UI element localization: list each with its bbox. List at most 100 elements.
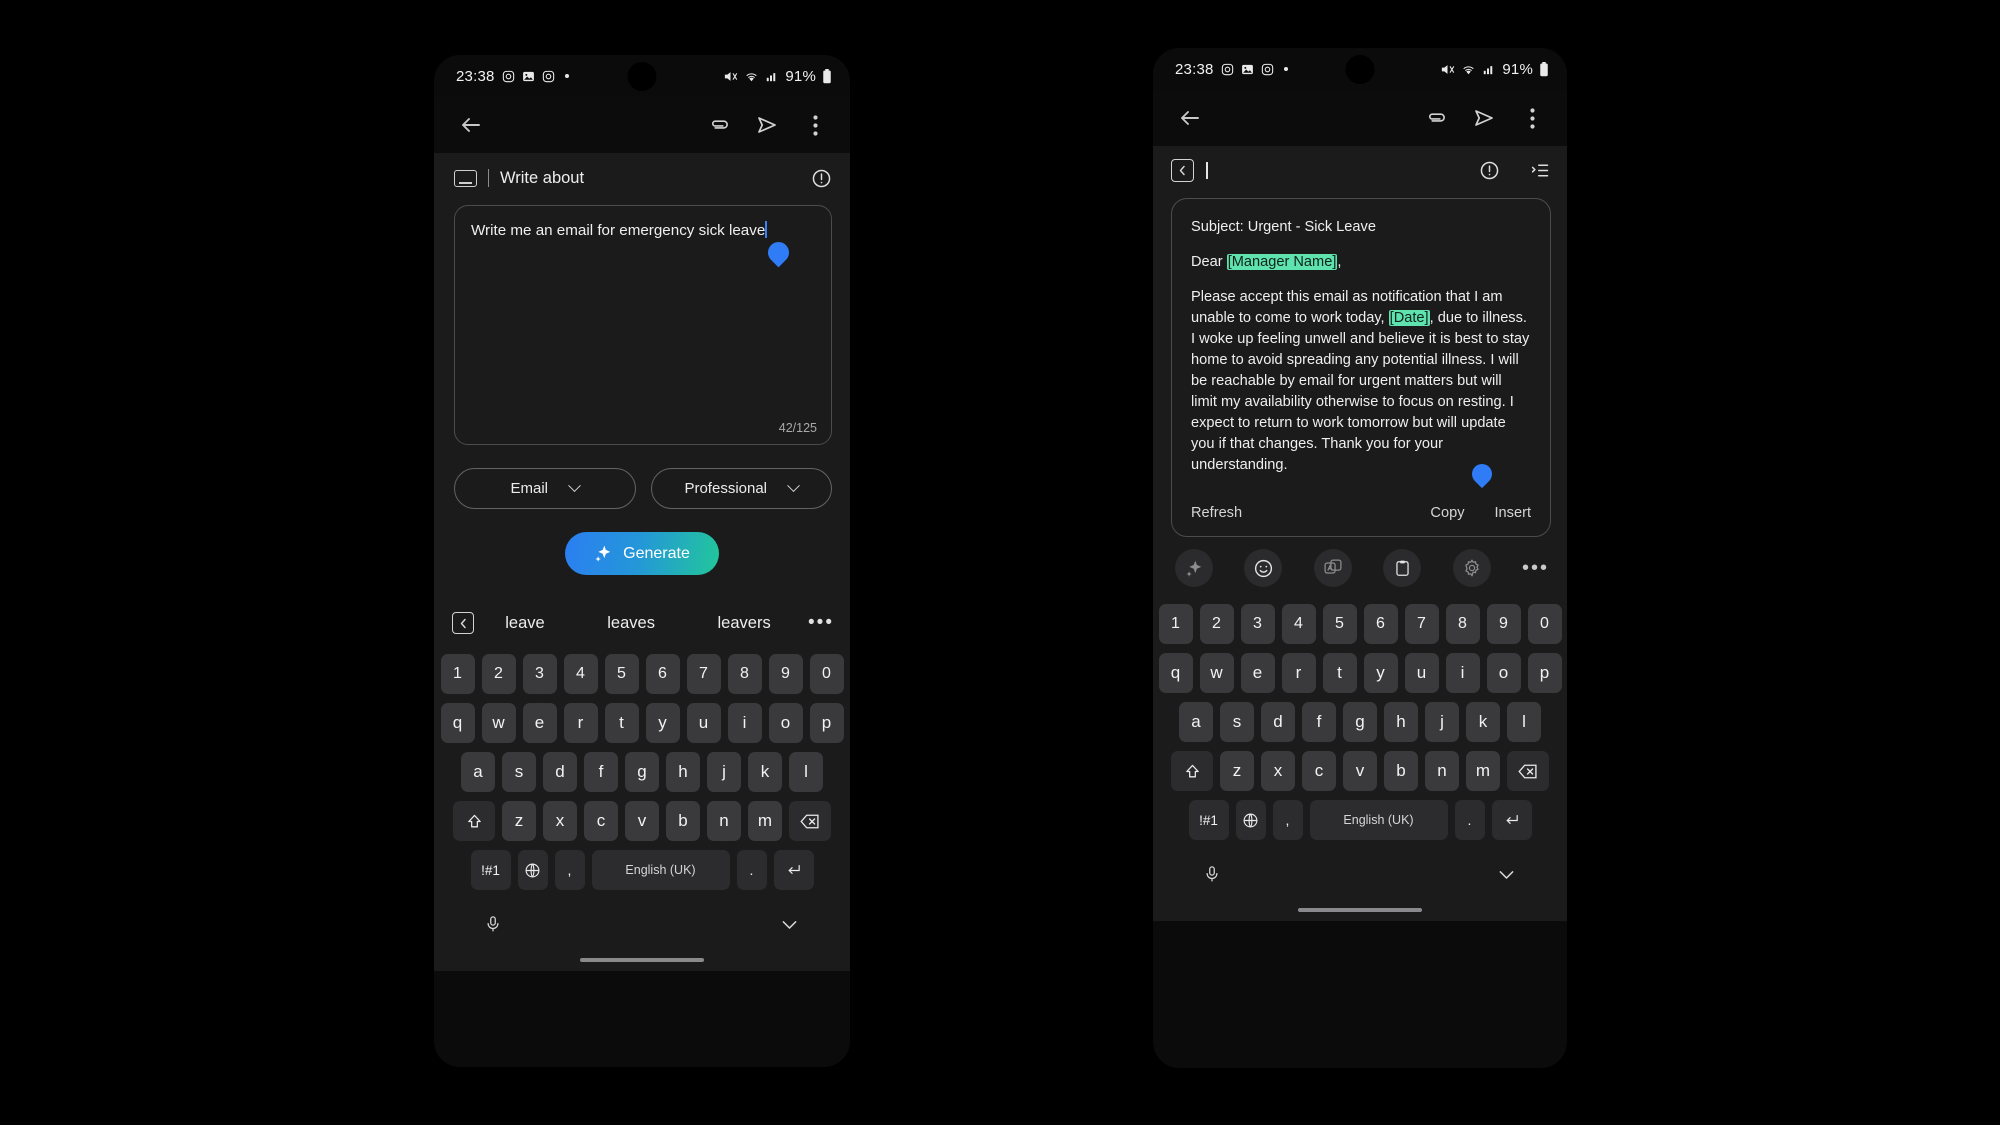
key-8[interactable]: 8: [1445, 604, 1480, 644]
key-b[interactable]: b: [666, 801, 700, 841]
prompt-input-card[interactable]: Write me an email for emergency sick lea…: [454, 205, 832, 445]
refresh-button[interactable]: Refresh: [1191, 505, 1242, 521]
symbols-key[interactable]: !#1: [1188, 800, 1229, 840]
key-v[interactable]: v: [625, 801, 659, 841]
key-i[interactable]: i: [727, 703, 762, 743]
key-t[interactable]: t: [1322, 653, 1357, 693]
space-key[interactable]: English (UK): [591, 850, 730, 890]
key-4[interactable]: 4: [1281, 604, 1316, 644]
info-circle-icon[interactable]: [1479, 160, 1500, 181]
suggestion-word[interactable]: leaves: [607, 614, 655, 633]
backspace-icon[interactable]: [1507, 751, 1549, 791]
key-j[interactable]: j: [1425, 702, 1459, 742]
key-s[interactable]: s: [502, 752, 536, 792]
paperclip-icon[interactable]: [1419, 101, 1453, 135]
info-circle-icon[interactable]: [811, 168, 832, 189]
microphone-icon[interactable]: [1203, 863, 1221, 885]
format-dropdown[interactable]: Email: [454, 468, 636, 509]
send-icon[interactable]: [1467, 101, 1501, 135]
space-key[interactable]: English (UK): [1309, 800, 1448, 840]
key-7[interactable]: 7: [686, 654, 721, 694]
key-s[interactable]: s: [1220, 702, 1254, 742]
key-9[interactable]: 9: [1486, 604, 1521, 644]
three-dot-menu-icon[interactable]: [1515, 101, 1549, 135]
key-f[interactable]: f: [584, 752, 618, 792]
key-o[interactable]: o: [1486, 653, 1521, 693]
key-w[interactable]: w: [1199, 653, 1234, 693]
three-dot-menu-icon[interactable]: [798, 108, 832, 142]
key-n[interactable]: n: [1425, 751, 1459, 791]
placeholder-date[interactable]: [Date]: [1388, 310, 1430, 326]
period-key[interactable]: .: [736, 850, 767, 890]
chevron-down-hide-keyboard-icon[interactable]: [1496, 864, 1517, 885]
microphone-icon[interactable]: [484, 913, 502, 935]
key-k[interactable]: k: [1466, 702, 1500, 742]
sparkle-icon[interactable]: [1175, 549, 1213, 587]
shift-up-icon[interactable]: [453, 801, 495, 841]
key-3[interactable]: 3: [1240, 604, 1275, 644]
paperclip-icon[interactable]: [702, 108, 736, 142]
key-2[interactable]: 2: [481, 654, 516, 694]
key-u[interactable]: u: [686, 703, 721, 743]
key-5[interactable]: 5: [604, 654, 639, 694]
key-e[interactable]: e: [1240, 653, 1275, 693]
key-v[interactable]: v: [1343, 751, 1377, 791]
key-n[interactable]: n: [707, 801, 741, 841]
insert-button[interactable]: Insert: [1495, 505, 1532, 521]
key-3[interactable]: 3: [522, 654, 557, 694]
key-q[interactable]: q: [1158, 653, 1193, 693]
key-j[interactable]: j: [707, 752, 741, 792]
tone-dropdown[interactable]: Professional: [650, 468, 832, 509]
chevron-down-hide-keyboard-icon[interactable]: [779, 914, 800, 935]
key-9[interactable]: 9: [768, 654, 803, 694]
symbols-key[interactable]: !#1: [470, 850, 511, 890]
key-z[interactable]: z: [1220, 751, 1254, 791]
keyboard-icon[interactable]: [454, 169, 477, 187]
key-1[interactable]: 1: [1158, 604, 1193, 644]
ellipsis-icon[interactable]: •••: [1522, 557, 1549, 580]
key-y[interactable]: y: [1363, 653, 1398, 693]
enter-return-icon[interactable]: [773, 850, 814, 890]
key-a[interactable]: a: [461, 752, 495, 792]
key-6[interactable]: 6: [645, 654, 680, 694]
key-i[interactable]: i: [1445, 653, 1480, 693]
backspace-icon[interactable]: [789, 801, 831, 841]
list-format-icon[interactable]: [1530, 160, 1551, 181]
key-c[interactable]: c: [584, 801, 618, 841]
key-b[interactable]: b: [1384, 751, 1418, 791]
back-arrow-icon[interactable]: [454, 108, 488, 142]
key-r[interactable]: r: [1281, 653, 1316, 693]
back-arrow-icon[interactable]: [1173, 101, 1207, 135]
key-e[interactable]: e: [522, 703, 557, 743]
key-d[interactable]: d: [1261, 702, 1295, 742]
key-x[interactable]: x: [1261, 751, 1295, 791]
clipboard-icon[interactable]: [1383, 549, 1422, 587]
key-y[interactable]: y: [645, 703, 680, 743]
key-l[interactable]: l: [789, 752, 823, 792]
ellipsis-icon[interactable]: •••: [802, 612, 834, 634]
comma-key[interactable]: ,: [1272, 800, 1303, 840]
key-h[interactable]: h: [1384, 702, 1418, 742]
key-o[interactable]: o: [768, 703, 803, 743]
key-a[interactable]: a: [1179, 702, 1213, 742]
translate-icon[interactable]: [1313, 549, 1352, 587]
key-f[interactable]: f: [1302, 702, 1336, 742]
prompt-input-value[interactable]: Write me an email for emergency sick lea…: [471, 222, 765, 239]
period-key[interactable]: .: [1454, 800, 1485, 840]
key-k[interactable]: k: [748, 752, 782, 792]
collapse-left-icon[interactable]: [452, 612, 474, 634]
key-6[interactable]: 6: [1363, 604, 1398, 644]
key-p[interactable]: p: [809, 703, 844, 743]
key-0[interactable]: 0: [809, 654, 844, 694]
placeholder-manager-name[interactable]: [Manager Name]: [1226, 254, 1338, 270]
collapse-left-icon[interactable]: [1171, 158, 1194, 182]
key-c[interactable]: c: [1302, 751, 1336, 791]
key-u[interactable]: u: [1404, 653, 1439, 693]
key-1[interactable]: 1: [440, 654, 475, 694]
key-0[interactable]: 0: [1527, 604, 1562, 644]
key-h[interactable]: h: [666, 752, 700, 792]
key-w[interactable]: w: [481, 703, 516, 743]
text-drag-handle-icon[interactable]: [763, 237, 794, 268]
key-8[interactable]: 8: [727, 654, 762, 694]
comma-key[interactable]: ,: [554, 850, 585, 890]
